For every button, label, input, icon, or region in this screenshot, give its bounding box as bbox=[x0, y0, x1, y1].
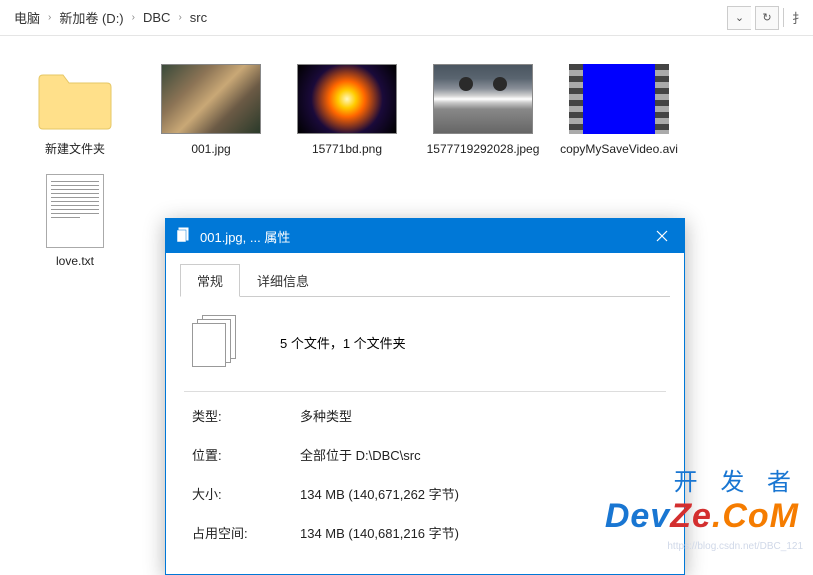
file-label: 新建文件夹 bbox=[45, 142, 105, 158]
refresh-button[interactable]: ↻ bbox=[755, 6, 779, 30]
breadcrumb-seg[interactable]: 电脑 bbox=[8, 4, 46, 31]
summary-text: 5 个文件，1 个文件夹 bbox=[280, 333, 406, 352]
file-item-image[interactable]: 1577719292028.jpeg bbox=[418, 56, 548, 162]
folder-icon bbox=[25, 60, 125, 138]
tabs: 常规 详细信息 bbox=[180, 263, 670, 297]
close-button[interactable] bbox=[639, 219, 684, 253]
file-item-image[interactable]: 15771bd.png bbox=[282, 56, 412, 162]
breadcrumb-seg[interactable]: src bbox=[184, 6, 213, 29]
prop-disk-value: 134 MB (140,681,216 字节) bbox=[300, 523, 459, 542]
file-label: 1577719292028.jpeg bbox=[427, 142, 540, 158]
file-label: 15771bd.png bbox=[312, 142, 382, 158]
files-stack-icon bbox=[192, 315, 240, 369]
documents-icon bbox=[176, 227, 192, 246]
file-item-text[interactable]: love.txt bbox=[10, 168, 140, 274]
prop-size-value: 134 MB (140,671,262 字节) bbox=[300, 484, 459, 503]
prop-disk-label: 占用空间: bbox=[192, 523, 300, 542]
chevron-right-icon: › bbox=[46, 12, 53, 23]
image-thumbnail bbox=[161, 64, 261, 134]
image-thumbnail bbox=[297, 64, 397, 134]
tab-details[interactable]: 详细信息 bbox=[240, 264, 326, 297]
prop-size-label: 大小: bbox=[192, 484, 300, 503]
file-item-video[interactable]: copyMySaveVideo.avi bbox=[554, 56, 684, 162]
breadcrumb-seg[interactable]: 新加卷 (D:) bbox=[53, 4, 129, 31]
file-item-folder[interactable]: 新建文件夹 bbox=[10, 56, 140, 162]
chevron-right-icon: › bbox=[130, 12, 137, 23]
file-item-image[interactable]: 001.jpg bbox=[146, 56, 276, 162]
file-label: love.txt bbox=[56, 254, 94, 270]
close-icon bbox=[656, 230, 668, 242]
properties-window: 001.jpg, ... 属性 常规 详细信息 5 个文件，1 个文件夹 类型:… bbox=[165, 218, 685, 575]
chevron-right-icon: › bbox=[176, 12, 183, 23]
search-input[interactable]: 扌 bbox=[783, 8, 805, 27]
tab-general[interactable]: 常规 bbox=[180, 264, 240, 297]
image-thumbnail bbox=[433, 64, 533, 134]
prop-location-label: 位置: bbox=[192, 445, 300, 464]
history-dropdown-button[interactable]: ⌄ bbox=[727, 6, 751, 30]
prop-type-label: 类型: bbox=[192, 406, 300, 425]
window-titlebar[interactable]: 001.jpg, ... 属性 bbox=[166, 219, 684, 253]
breadcrumb-seg[interactable]: DBC bbox=[137, 6, 176, 29]
watermark-text: https://blog.csdn.net/DBC_121 bbox=[667, 541, 803, 552]
prop-location-value: 全部位于 D:\DBC\src bbox=[300, 445, 421, 464]
prop-type-value: 多种类型 bbox=[300, 406, 352, 425]
window-title: 001.jpg, ... 属性 bbox=[200, 227, 290, 246]
video-thumbnail bbox=[569, 64, 669, 134]
file-label: copyMySaveVideo.avi bbox=[560, 142, 678, 158]
text-file-icon bbox=[46, 174, 104, 248]
breadcrumb-bar: 电脑 › 新加卷 (D:) › DBC › src ⌄ ↻ 扌 bbox=[0, 0, 813, 36]
file-label: 001.jpg bbox=[191, 142, 230, 158]
